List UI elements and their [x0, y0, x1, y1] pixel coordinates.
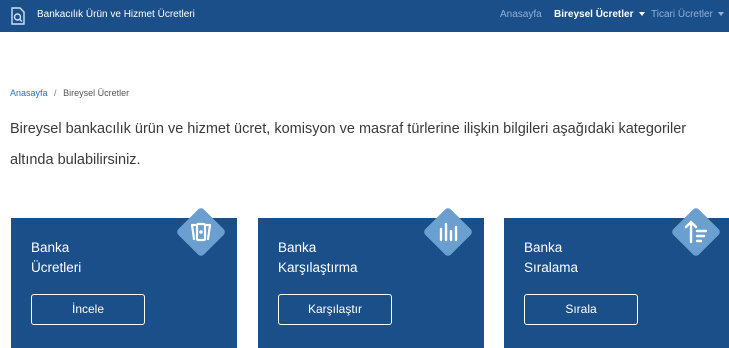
card-title: Banka Sıralama: [524, 238, 674, 278]
document-search-icon[interactable]: [10, 7, 26, 25]
breadcrumb-current: Bireysel Ücretler: [63, 88, 130, 98]
nav-link-commercial-fees[interactable]: Ticari Ücretler: [651, 9, 724, 20]
card-title: Banka Ücretleri: [31, 238, 181, 278]
sort-button[interactable]: Sırala: [524, 294, 638, 325]
breadcrumb-home-link[interactable]: Anasayfa: [10, 88, 48, 98]
caret-down-icon: [717, 12, 724, 17]
nav-link-home-label: Anasayfa: [500, 9, 542, 20]
intro-text: Bireysel bankacılık ürün ve hizmet ücret…: [10, 121, 687, 168]
card-title: Banka Karşılaştırma: [278, 238, 428, 278]
card-title-line: Karşılaştırma: [278, 260, 358, 275]
card-title-line: Ücretleri: [31, 260, 82, 275]
card-title-line: Sıralama: [524, 260, 579, 275]
caret-down-icon: [638, 12, 645, 17]
card-title-line: Banka: [31, 240, 70, 255]
card-title-line: Banka: [278, 240, 317, 255]
breadcrumb: Anasayfa / Bireysel Ücretler: [10, 88, 129, 98]
nav-link-home[interactable]: Anasayfa: [500, 9, 542, 20]
card-bank-fees: Banka Ücretleri İncele: [11, 208, 237, 348]
sort-icon: [672, 208, 720, 256]
nav-link-personal-fees[interactable]: Bireysel Ücretler: [554, 9, 645, 20]
card-bank-comparison: Banka Karşılaştırma Karşılaştır: [258, 208, 484, 348]
banknotes-icon: [177, 208, 225, 256]
review-button[interactable]: İncele: [31, 294, 145, 325]
nav-link-commercial-fees-label: Ticari Ücretler: [651, 9, 713, 20]
breadcrumb-separator: /: [54, 88, 57, 98]
card-bank-ranking: Banka Sıralama Sırala: [504, 208, 729, 348]
site-title[interactable]: Bankacılık Ürün ve Hizmet Ücretleri: [37, 9, 195, 20]
bar-chart-icon: [424, 208, 472, 256]
top-navbar: Bankacılık Ürün ve Hizmet Ücretleri Anas…: [0, 0, 729, 32]
compare-button[interactable]: Karşılaştır: [278, 294, 392, 325]
card-title-line: Banka: [524, 240, 563, 255]
nav-link-personal-fees-label: Bireysel Ücretler: [554, 9, 634, 20]
